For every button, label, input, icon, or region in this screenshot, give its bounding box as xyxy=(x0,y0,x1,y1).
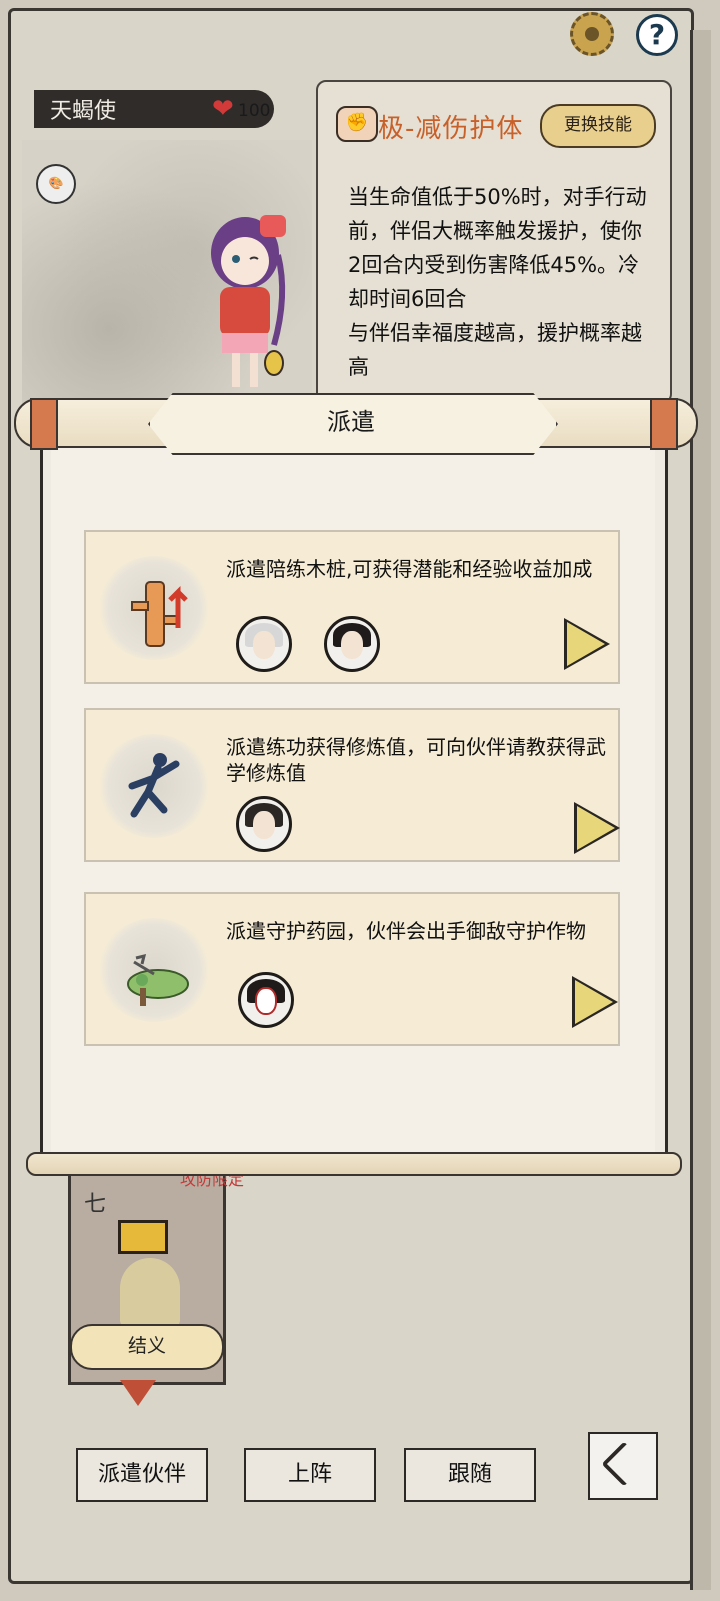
dialog-title: 派遣 xyxy=(327,408,375,436)
follow-button[interactable]: 跟随 xyxy=(404,1448,536,1502)
scroll-cap-right xyxy=(650,398,678,450)
task-description: 派遣练功获得修炼值，可向伙伴请教获得武学修炼值 xyxy=(226,735,606,785)
hp-value: 100 xyxy=(238,101,271,121)
task-description: 派遣守护药园，伙伴会出手御敌守护作物 xyxy=(226,919,586,943)
training-dummy-icon xyxy=(98,556,210,660)
heart-icon: ❤ xyxy=(212,94,234,124)
back-button[interactable] xyxy=(588,1432,658,1500)
task-herb-garden: 派遣守护药园，伙伴会出手御敌守护作物 xyxy=(84,892,620,1046)
skill-description: 当生命值低于50%时，对手行动前，伴侣大概率触发援护，使你2回合内受到伤害降低4… xyxy=(348,185,647,379)
martial-artist-icon xyxy=(98,734,210,838)
chevron-left-icon xyxy=(601,1441,647,1487)
masked-companion-avatar[interactable] xyxy=(238,972,294,1028)
fist-icon: ✊ xyxy=(336,106,378,142)
dispatch-play-button[interactable] xyxy=(567,622,605,666)
hat-man-companion-avatar[interactable] xyxy=(236,796,292,852)
help-icon[interactable]: ? xyxy=(636,14,678,56)
sworn-button[interactable]: 结义 xyxy=(70,1324,224,1370)
character-name: 天蝎使 xyxy=(50,99,117,124)
box-icon xyxy=(118,1220,168,1254)
partner-number: 七 xyxy=(84,1192,107,1217)
task-description: 派遣陪练木桩,可获得潜能和经验收益加成 xyxy=(226,557,593,581)
dispatch-play-button[interactable] xyxy=(577,806,615,850)
dark-haired-companion-avatar[interactable] xyxy=(324,616,380,672)
settings-gear-icon[interactable] xyxy=(570,12,614,56)
herb-garden-icon xyxy=(98,918,210,1022)
scroll-cap-left xyxy=(30,398,58,450)
skill-card: ✊ 极-减伤护体 更换技能 当生命值低于50%时，对手行动前，伴侣大概率触发援护… xyxy=(316,80,672,404)
ribbon-icon xyxy=(120,1380,156,1406)
character-portrait xyxy=(211,215,286,387)
change-skill-button[interactable]: 更换技能 xyxy=(540,104,656,148)
palette-icon[interactable]: 🎨 xyxy=(36,164,76,204)
white-haired-companion-avatar[interactable] xyxy=(236,616,292,672)
book-page-edge xyxy=(690,30,711,1590)
deploy-button[interactable]: 上阵 xyxy=(244,1448,376,1502)
task-training-dummy: 派遣陪练木桩,可获得潜能和经验收益加成 xyxy=(84,530,620,684)
dispatch-partner-button[interactable]: 派遣伙伴 xyxy=(76,1448,208,1502)
scroll-bottom-roller xyxy=(26,1152,682,1176)
partner-figure xyxy=(120,1258,180,1328)
task-practice: 派遣练功获得修炼值，可向伙伴请教获得武学修炼值 xyxy=(84,708,620,862)
dispatch-play-button[interactable] xyxy=(575,980,613,1024)
skill-name: 极-减伤护体 xyxy=(378,114,524,144)
